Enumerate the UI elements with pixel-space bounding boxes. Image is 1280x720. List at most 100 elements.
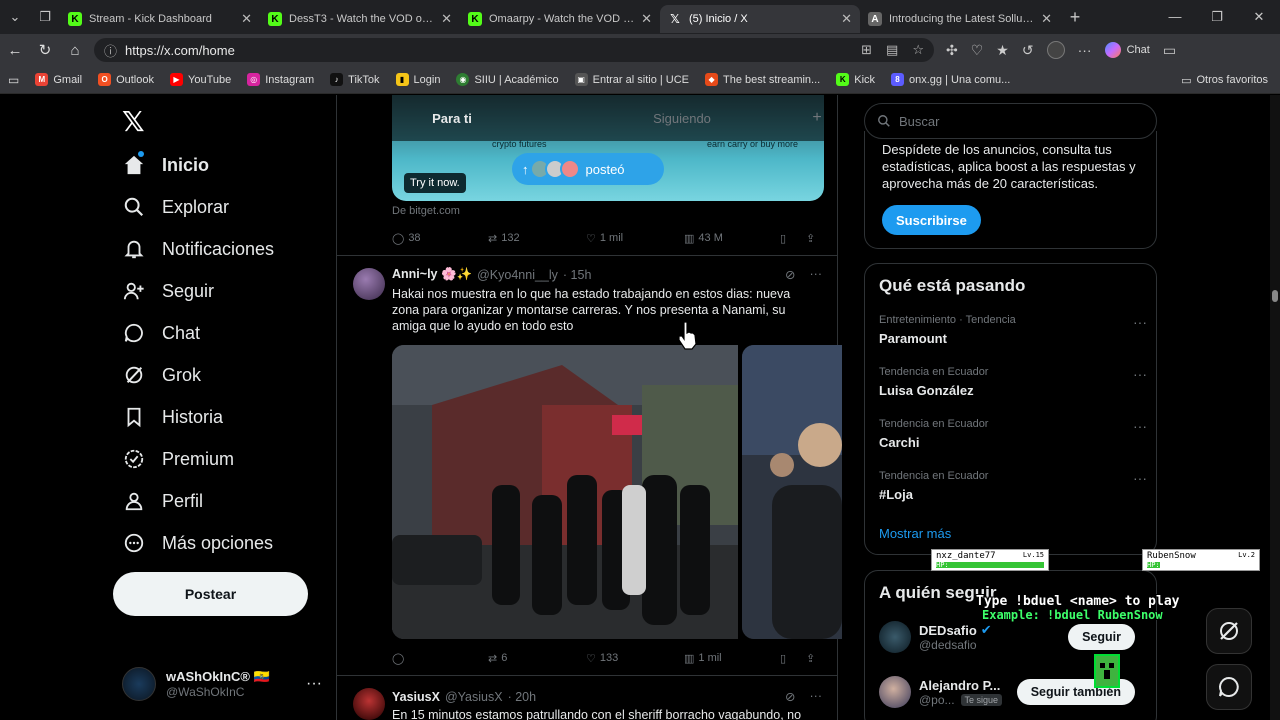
more-dots-icon[interactable]: ··· bbox=[1133, 470, 1147, 486]
grok-floating-button[interactable] bbox=[1206, 608, 1252, 654]
follow-suggestion[interactable]: DEDsafio ✔ @dedsafio Seguir bbox=[879, 617, 1149, 657]
reader-icon[interactable]: ▤ bbox=[886, 42, 898, 58]
close-icon[interactable]: ✕ bbox=[241, 11, 252, 27]
browser-tab[interactable]: K Stream - Kick Dashboard ✕ bbox=[60, 5, 260, 33]
like-button[interactable]: ♡ 133 bbox=[586, 652, 684, 665]
browser-tab[interactable]: K DessT3 - Watch the VOD on Kick ✕ bbox=[260, 5, 460, 33]
trend-item[interactable]: Tendencia en Ecuador Luisa González ··· bbox=[879, 366, 1147, 398]
trend-item[interactable]: Tendencia en Ecuador Carchi ··· bbox=[879, 418, 1147, 450]
nav-grok[interactable]: Grok bbox=[122, 355, 201, 395]
nav-explore[interactable]: Explorar bbox=[122, 187, 229, 227]
new-tab-icon[interactable]: + bbox=[1060, 7, 1090, 28]
browser-essentials-icon[interactable]: ♡ bbox=[971, 42, 984, 59]
new-posts-pill[interactable]: ↑ posteó bbox=[512, 153, 664, 185]
tab-actions-icon[interactable]: ⌄ bbox=[0, 0, 30, 34]
bookmark-post-icon[interactable]: ▯ bbox=[780, 652, 806, 665]
close-icon[interactable]: ✕ bbox=[641, 11, 652, 27]
extensions-icon[interactable]: ✣ bbox=[946, 42, 958, 59]
more-dots-icon[interactable]: ··· bbox=[810, 689, 823, 704]
nav-bookmarks[interactable]: Historia bbox=[122, 397, 223, 437]
copilot-chat-button[interactable]: Chat bbox=[1104, 42, 1150, 58]
settings-more-icon[interactable]: ··· bbox=[1078, 42, 1092, 58]
follow-button[interactable]: Seguir bbox=[1068, 624, 1135, 650]
bookmark-uce[interactable]: ▣ Entrar al sitio | UCE bbox=[574, 73, 689, 86]
grok-icon[interactable]: ⊘ bbox=[785, 267, 795, 282]
close-icon[interactable]: ✕ bbox=[1041, 11, 1052, 27]
author-name[interactable]: Anni~ly 🌸✨ bbox=[392, 267, 472, 282]
scrollbar-thumb[interactable] bbox=[1272, 290, 1278, 302]
bookmark-login[interactable]: ▮ Login bbox=[395, 73, 440, 86]
home-icon[interactable]: ⌂ bbox=[60, 42, 90, 59]
subscribe-button[interactable]: Suscribirse bbox=[882, 205, 981, 235]
ad-cta[interactable]: Try it now. bbox=[404, 173, 466, 193]
grok-icon[interactable]: ⊘ bbox=[785, 689, 795, 704]
post-time[interactable]: · 20h bbox=[508, 690, 537, 704]
account-switcher[interactable]: wAShOkInC® 🇪🇨 @WaShOkInC ··· bbox=[122, 660, 332, 708]
back-icon[interactable]: ← bbox=[0, 42, 30, 59]
browser-tab[interactable]: A Introducing the Latest Sollumz Up ✕ bbox=[860, 5, 1060, 33]
nav-premium[interactable]: Premium bbox=[122, 439, 234, 479]
nav-more[interactable]: Más opciones bbox=[122, 523, 273, 563]
bookmark-post-icon[interactable]: ▯ bbox=[780, 232, 806, 245]
more-dots-icon[interactable]: ··· bbox=[306, 675, 322, 693]
tab-following[interactable]: Siguiendo bbox=[567, 111, 797, 126]
profile-avatar[interactable] bbox=[1046, 41, 1065, 59]
avatar[interactable] bbox=[353, 688, 385, 720]
post-button[interactable]: Postear bbox=[113, 572, 308, 616]
bookmark-siiu[interactable]: ◉ SIIU | Académico bbox=[456, 73, 559, 86]
reply-button[interactable]: ◯ bbox=[392, 652, 488, 665]
site-info-icon[interactable]: ⓘ bbox=[104, 41, 117, 60]
reload-icon[interactable]: ↻ bbox=[30, 41, 60, 59]
more-dots-icon[interactable]: ··· bbox=[810, 267, 823, 282]
x-logo-icon[interactable]: 𝕏 bbox=[122, 105, 145, 138]
more-dots-icon[interactable]: ··· bbox=[1133, 366, 1147, 382]
bookmarks-menu-icon[interactable]: ▭ bbox=[8, 73, 19, 87]
bookmark-instagram[interactable]: ◎ Instagram bbox=[247, 73, 314, 86]
nav-notifications[interactable]: Notificaciones bbox=[122, 229, 274, 269]
browser-tab[interactable]: K Omaarpy - Watch the VOD on Kick ✕ bbox=[460, 5, 660, 33]
close-window-icon[interactable]: ✕ bbox=[1238, 0, 1280, 34]
avatar[interactable] bbox=[353, 268, 385, 300]
author-name[interactable]: YasiusX bbox=[392, 690, 440, 704]
bookmark-streaming[interactable]: ◆ The best streamin... bbox=[705, 73, 820, 86]
views-button[interactable]: ▥ 43 M bbox=[684, 232, 780, 245]
history-icon[interactable]: ↺ bbox=[1022, 42, 1034, 59]
share-icon[interactable]: ⇪ bbox=[806, 652, 815, 665]
post-image[interactable] bbox=[742, 345, 842, 639]
url-field[interactable]: ⓘ https://x.com/home ⊞ ▤ ☆ bbox=[94, 38, 934, 62]
repost-button[interactable]: ⇄ 6 bbox=[488, 652, 586, 665]
author-handle[interactable]: @Kyo4nni__ly bbox=[477, 268, 558, 282]
like-button[interactable]: ♡ 1 mil bbox=[586, 232, 684, 245]
search-input[interactable]: Buscar bbox=[864, 103, 1157, 139]
browser-tab-active[interactable]: 𝕏 (5) Inicio / X ✕ bbox=[660, 5, 860, 33]
bookmark-onx[interactable]: 8 onx.gg | Una comu... bbox=[891, 73, 1010, 86]
close-icon[interactable]: ✕ bbox=[841, 11, 852, 27]
sidebar-toggle-icon[interactable]: ▭ bbox=[1163, 42, 1176, 59]
other-bookmarks[interactable]: ▭ Otros favoritos bbox=[1181, 66, 1268, 94]
author-handle[interactable]: @YasiusX bbox=[445, 690, 503, 704]
share-icon[interactable]: ⇪ bbox=[806, 232, 815, 245]
trend-item[interactable]: Tendencia en Ecuador #Loja ··· bbox=[879, 470, 1147, 502]
split-screen-icon[interactable]: ⊞ bbox=[861, 42, 872, 58]
more-dots-icon[interactable]: ··· bbox=[1133, 314, 1147, 330]
nav-follow[interactable]: Seguir bbox=[122, 271, 214, 311]
add-tab-icon[interactable]: + bbox=[797, 109, 837, 127]
bookmark-gmail[interactable]: M Gmail bbox=[35, 73, 82, 86]
reply-button[interactable]: ◯ 38 bbox=[392, 232, 488, 245]
nav-profile[interactable]: Perfil bbox=[122, 481, 203, 521]
maximize-icon[interactable]: ❐ bbox=[1196, 0, 1238, 34]
views-button[interactable]: ▥ 1 mil bbox=[684, 652, 780, 665]
repost-button[interactable]: ⇄ 132 bbox=[488, 232, 586, 245]
bookmark-outlook[interactable]: O Outlook bbox=[98, 73, 154, 86]
close-icon[interactable]: ✕ bbox=[441, 11, 452, 27]
trend-item[interactable]: Entretenimiento · Tendencia Paramount ··… bbox=[879, 314, 1147, 346]
favorite-star-icon[interactable]: ☆ bbox=[912, 42, 924, 58]
post-time[interactable]: · 15h bbox=[563, 268, 592, 282]
nav-chat[interactable]: Chat bbox=[122, 313, 200, 353]
post-image[interactable] bbox=[392, 345, 738, 639]
ad-source[interactable]: De bitget.com bbox=[392, 205, 460, 217]
messages-floating-button[interactable] bbox=[1206, 664, 1252, 710]
show-more-link[interactable]: Mostrar más bbox=[879, 526, 951, 541]
tab-for-you[interactable]: Para ti bbox=[337, 111, 567, 126]
nav-home[interactable]: Inicio bbox=[122, 145, 209, 185]
